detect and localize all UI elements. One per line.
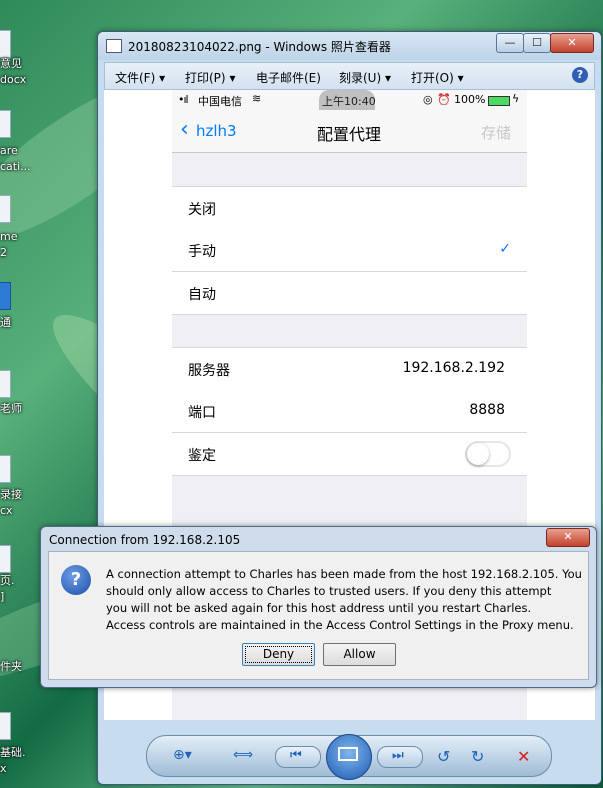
menu-print[interactable]: 打印(P) ▾ — [185, 69, 235, 86]
desktop-icon-label[interactable]: 基础. — [0, 746, 26, 760]
message-line: you will not be asked again for this hos… — [106, 601, 532, 615]
close-button[interactable]: ✕ — [550, 33, 594, 53]
menu-burn[interactable]: 刻录(U) ▾ — [339, 69, 391, 86]
desktop-icon-label[interactable]: 老师 — [0, 402, 22, 416]
auth-toggle[interactable] — [465, 441, 511, 467]
desktop-icon-label[interactable]: ] — [0, 590, 4, 604]
help-icon[interactable]: ? — [572, 67, 588, 83]
previous-button[interactable]: ⏮ — [275, 746, 321, 768]
message-line: Access controls are maintained in the Ac… — [106, 618, 574, 632]
auth-row: 鉴定 — [172, 433, 527, 476]
ios-nav-bar: ‹ hzlh3 配置代理 存储 — [172, 110, 527, 153]
desktop-app-icon[interactable] — [0, 282, 11, 310]
dialog-message: A connection attempt to Charles has been… — [106, 566, 590, 634]
message-line: should only allow access to Charles to t… — [106, 584, 552, 598]
toggle-knob — [467, 443, 489, 465]
server-label: 服务器 — [188, 363, 230, 379]
back-button[interactable]: hzlh3 — [196, 122, 237, 140]
zoom-icon[interactable]: ⊕▾ — [173, 747, 192, 763]
menu-label: 刻录(U) — [339, 71, 382, 85]
desktop-file-icon[interactable] — [0, 30, 11, 58]
desktop-icon-label[interactable]: are — [0, 144, 18, 158]
desktop-file-icon[interactable] — [0, 195, 11, 223]
menu-label: 电子邮件(E) — [256, 71, 321, 85]
viewer-toolbar: ⊕▾ ⟺ ⏮ ⏭ ↺ ↻ ✕ — [146, 734, 552, 780]
next-icon: ⏭ — [392, 748, 404, 763]
checkmark-icon: ✓ — [499, 241, 511, 257]
menu-label: 打开(O) — [411, 71, 454, 85]
desktop-file-icon[interactable] — [0, 712, 11, 740]
auth-label: 鉴定 — [188, 448, 216, 464]
proxy-mode-auto[interactable]: 自动 — [172, 272, 527, 315]
image-file-icon — [106, 39, 122, 53]
desktop-icon-label[interactable]: 件夹 — [0, 660, 22, 674]
battery-icon — [488, 96, 510, 106]
desktop-icon-label[interactable]: 意见 — [0, 57, 22, 71]
charging-icon: ϟ — [512, 92, 520, 105]
menu-open[interactable]: 打开(O) ▾ — [411, 69, 464, 86]
desktop-icon-label[interactable]: x — [0, 762, 7, 776]
cell-label: 自动 — [188, 287, 216, 303]
minimize-button[interactable]: — — [496, 33, 524, 53]
carrier-label: 中国电信 — [198, 95, 242, 108]
back-chevron-icon[interactable]: ‹ — [180, 117, 189, 142]
lock-rotation-icon: ◎ — [423, 93, 433, 106]
desktop-icon-label[interactable]: cati... — [0, 160, 31, 174]
slideshow-button[interactable] — [326, 734, 372, 780]
question-icon: ? — [61, 565, 91, 595]
actual-size-icon[interactable]: ⟺ — [233, 747, 253, 763]
desktop-file-icon[interactable] — [0, 455, 11, 483]
nav-title: 配置代理 — [317, 125, 382, 144]
dialog-body: ? A connection attempt to Charles has be… — [48, 551, 589, 680]
menu-file[interactable]: 文件(F) ▾ — [115, 69, 165, 86]
desktop-icon-label[interactable]: me — [0, 230, 17, 244]
desktop-icon-label[interactable]: 2 — [0, 246, 7, 260]
cell-label: 手动 — [188, 244, 216, 260]
window-titlebar[interactable]: 20180823104022.png - Windows 照片查看器 — ☐ ✕ — [98, 32, 601, 60]
signal-icon: •ıl — [178, 93, 189, 106]
desktop-icon-label[interactable]: 页. — [0, 574, 15, 588]
message-line: A connection attempt to Charles has been… — [106, 567, 582, 581]
port-value[interactable]: 8888 — [469, 402, 505, 418]
rotate-right-icon[interactable]: ↻ — [471, 747, 484, 766]
desktop-icon-label[interactable]: 通 — [0, 316, 11, 330]
previous-icon: ⏮ — [290, 748, 302, 763]
chevron-down-icon: ▾ — [384, 71, 392, 85]
menu-email[interactable]: 电子邮件(E) — [256, 69, 321, 86]
menu-label: 文件(F) — [115, 71, 156, 85]
desktop-icon-label[interactable]: docx — [0, 73, 26, 87]
menu-bar: 文件(F) ▾ 打印(P) ▾ 电子邮件(E) 刻录(U) ▾ 打开(O) ▾ … — [104, 62, 595, 90]
desktop-file-icon[interactable] — [0, 545, 11, 573]
proxy-mode-manual[interactable]: 手动 ✓ — [172, 229, 527, 272]
menu-label: 打印(P) — [185, 71, 226, 85]
deny-button[interactable]: Deny — [242, 643, 315, 666]
maximize-button[interactable]: ☐ — [523, 33, 551, 53]
chevron-down-icon: ▾ — [159, 71, 166, 85]
connection-dialog: Connection from 192.168.2.105 ✕ ? A conn… — [40, 526, 597, 688]
chevron-down-icon: ▾ — [457, 71, 464, 85]
port-label: 端口 — [188, 405, 216, 421]
rotate-left-icon[interactable]: ↺ — [437, 747, 450, 766]
desktop-file-icon[interactable] — [0, 110, 11, 138]
dialog-title: Connection from 192.168.2.105 — [49, 533, 241, 547]
chevron-down-icon: ▾ — [229, 71, 236, 85]
server-value[interactable]: 192.168.2.192 — [403, 360, 505, 376]
port-row[interactable]: 端口 8888 — [172, 390, 527, 433]
save-button[interactable]: 存储 — [481, 122, 511, 143]
delete-icon[interactable]: ✕ — [517, 747, 530, 766]
desktop-file-icon[interactable] — [0, 370, 11, 398]
alarm-icon: ⏰ — [437, 93, 451, 106]
desktop-icon-label[interactable]: cx — [0, 504, 13, 518]
allow-button[interactable]: Allow — [323, 643, 396, 666]
wifi-icon: ≋ — [252, 92, 262, 105]
proxy-mode-off[interactable]: 关闭 — [172, 186, 527, 230]
next-button[interactable]: ⏭ — [377, 746, 423, 768]
server-row[interactable]: 服务器 192.168.2.192 — [172, 347, 527, 391]
dialog-close-button[interactable]: ✕ — [546, 528, 590, 547]
cell-label: 关闭 — [188, 202, 216, 218]
battery-percent: 100% — [454, 93, 486, 106]
desktop-icon-label[interactable]: 录接 — [0, 488, 22, 502]
slideshow-icon — [338, 747, 358, 761]
window-title: 20180823104022.png - Windows 照片查看器 — [128, 40, 391, 54]
